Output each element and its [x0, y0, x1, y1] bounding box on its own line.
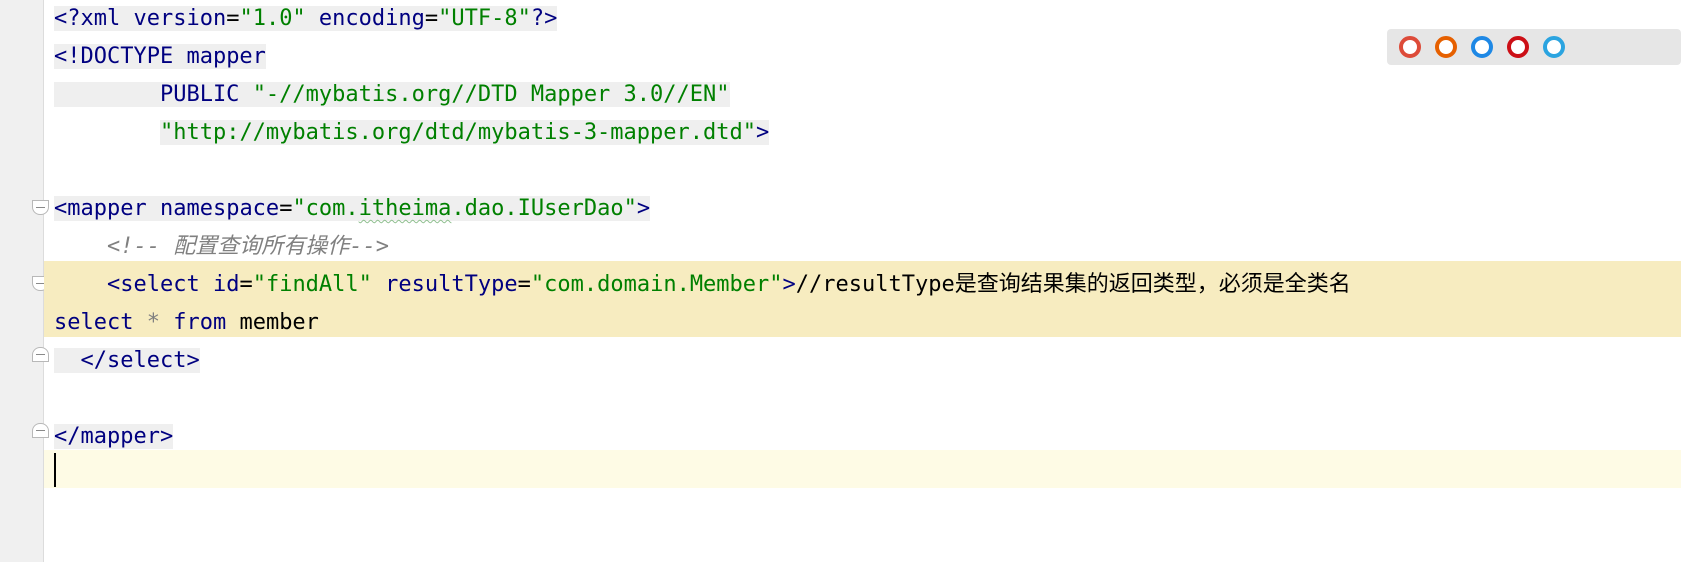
editor-gutter	[0, 0, 49, 562]
code-token: select	[54, 310, 147, 335]
code-line[interactable]: <mapper namespace="com.itheima.dao.IUser…	[54, 190, 651, 228]
code-token: //resultType是查询结果集的返回类型，必须是全类名	[795, 272, 1351, 297]
code-token: "UTF-8"	[438, 6, 531, 31]
code-line[interactable]: <!DOCTYPE mapper	[54, 38, 266, 76]
code-token: mapper	[186, 44, 266, 69]
code-token: =	[226, 6, 240, 31]
code-line[interactable]: </select>	[54, 342, 200, 380]
code-token: <?	[54, 6, 81, 31]
caret-line-band	[44, 450, 1681, 488]
code-line[interactable]: "http://mybatis.org/dtd/mybatis-3-mapper…	[54, 114, 770, 152]
code-token: "http://mybatis.org/dtd/mybatis-3-mapper…	[159, 120, 756, 145]
code-token: <select	[54, 272, 213, 297]
code-token: >	[782, 272, 796, 297]
text-caret	[54, 453, 56, 487]
code-token: =	[424, 6, 439, 31]
code-token: "com.domain.Member"	[530, 272, 783, 297]
code-token: xml version	[80, 6, 227, 31]
safari-icon[interactable]	[1471, 36, 1493, 58]
code-token: encoding	[305, 6, 425, 31]
code-token: resultType	[371, 272, 518, 297]
code-token: =	[517, 272, 531, 297]
code-token: *	[146, 310, 174, 335]
code-token: PUBLIC	[54, 82, 253, 107]
code-token: >	[636, 196, 651, 221]
code-line[interactable]: </mapper>	[54, 418, 174, 456]
code-token: </mapper>	[54, 424, 174, 449]
fold-end-select[interactable]	[32, 347, 49, 362]
fold-end-mapper[interactable]	[32, 423, 49, 438]
code-token: id	[212, 272, 240, 297]
code-token: namespace	[159, 196, 280, 221]
code-token: ?>	[530, 6, 558, 31]
fold-toggle-mapper[interactable]	[32, 200, 49, 215]
code-token: member	[239, 310, 319, 335]
code-token: itheima	[358, 196, 452, 221]
code-editor[interactable]: <?xml version="1.0" encoding="UTF-8"?> <!…	[0, 0, 1681, 562]
code-token: .dao.IUserDao"	[451, 196, 637, 221]
code-token: "findAll"	[252, 272, 372, 297]
code-token: "1.0"	[239, 6, 306, 31]
code-line[interactable]: <?xml version="1.0" encoding="UTF-8"?>	[54, 0, 558, 38]
chrome-icon[interactable]	[1399, 36, 1421, 58]
code-token: from	[173, 310, 240, 335]
code-token: <!DOCTYPE	[54, 44, 187, 69]
ie-icon[interactable]	[1543, 36, 1565, 58]
code-token: "-//mybatis.org//DTD Mapper 3.0//EN"	[252, 82, 730, 107]
code-line[interactable]: <select id="findAll" resultType="com.dom…	[54, 266, 1351, 304]
code-line[interactable]: select * from member	[54, 304, 319, 342]
code-token: "com.	[292, 196, 359, 221]
opera-icon[interactable]	[1507, 36, 1529, 58]
code-token: <mapper	[54, 196, 160, 221]
firefox-icon[interactable]	[1435, 36, 1457, 58]
code-token: =	[279, 196, 293, 221]
code-token: </select>	[54, 348, 200, 373]
code-token: <!-- 配置查询所有操作-->	[106, 234, 389, 259]
code-line[interactable]: <!-- 配置查询所有操作-->	[54, 228, 389, 266]
code-token: =	[239, 272, 253, 297]
browser-preview-bar	[1387, 29, 1681, 65]
code-token: >	[756, 120, 770, 145]
code-line[interactable]: PUBLIC "-//mybatis.org//DTD Mapper 3.0//…	[54, 76, 730, 114]
